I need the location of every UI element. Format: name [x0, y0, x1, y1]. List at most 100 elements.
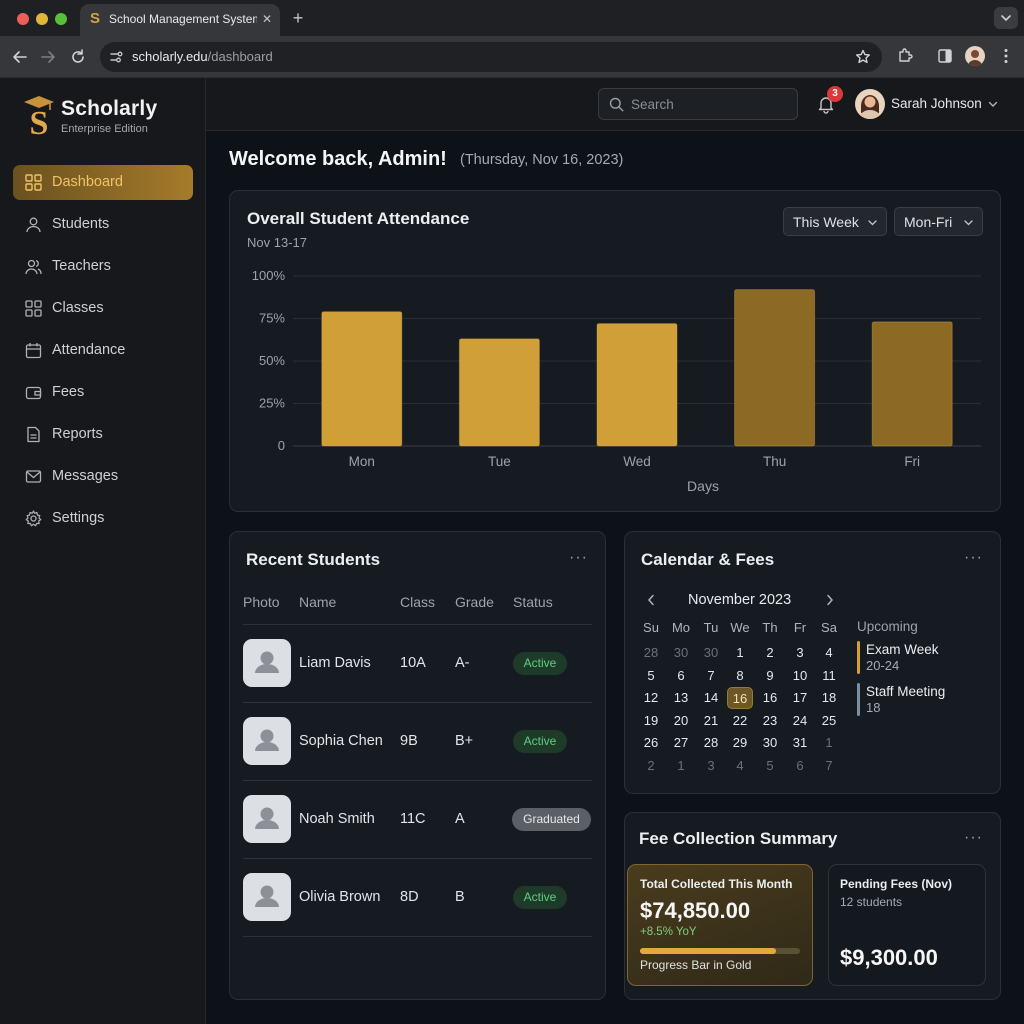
forward-icon[interactable]	[38, 47, 58, 67]
calendar-day[interactable]: 31	[787, 732, 813, 754]
bookmark-star-icon[interactable]	[854, 48, 872, 66]
calendar-day[interactable]: 28	[698, 732, 724, 754]
calendar-day[interactable]: 4	[727, 755, 753, 777]
tab-close-icon[interactable]: ✕	[260, 11, 274, 27]
calendar-day[interactable]: 26	[638, 732, 664, 754]
calendar-day[interactable]: 14	[698, 687, 724, 709]
calendar-day[interactable]: 7	[698, 665, 724, 687]
calendar-day[interactable]: 28	[638, 642, 664, 664]
search-placeholder: Search	[631, 97, 674, 112]
sidebar-item-fees[interactable]: Fees	[13, 375, 193, 410]
calendar-day[interactable]: 12	[638, 687, 664, 709]
site-info-icon[interactable]	[108, 49, 124, 65]
calendar-day[interactable]: 20	[668, 710, 694, 732]
calendar-day[interactable]: 17	[787, 687, 813, 709]
extensions-icon[interactable]	[895, 46, 915, 66]
bar-wed	[596, 323, 678, 447]
calendar-day[interactable]: 19	[638, 710, 664, 732]
calendar-day[interactable]: 3	[698, 755, 724, 777]
calendar-day[interactable]: 13	[668, 687, 694, 709]
calendar-day[interactable]: 6	[787, 755, 813, 777]
more-options-icon[interactable]: ···	[964, 829, 983, 847]
calendar-day-selected[interactable]: 16	[727, 687, 753, 710]
page-date: (Thursday, Nov 16, 2023)	[460, 152, 624, 168]
sidebar-item-students[interactable]: Students	[13, 207, 193, 242]
calendar-day[interactable]: 24	[787, 710, 813, 732]
calendar-day[interactable]: 29	[727, 732, 753, 754]
range-select[interactable]: This Week	[783, 207, 887, 236]
window-close-button[interactable]	[17, 13, 29, 25]
collection-progress-fill	[640, 948, 776, 954]
browser-menu-icon[interactable]	[996, 46, 1016, 66]
calendar-day[interactable]: 10	[787, 665, 813, 687]
calendar-day[interactable]: 23	[757, 710, 783, 732]
student-grade: A-	[455, 655, 470, 671]
file-icon	[27, 426, 40, 443]
chevron-right-icon[interactable]	[823, 592, 837, 608]
address-bar[interactable]: scholarly.edu/dashboard	[100, 42, 882, 72]
student-grade: B+	[455, 733, 474, 749]
collected-yoy: +8.5% YoY	[640, 926, 697, 938]
chevron-down-icon[interactable]	[987, 98, 999, 110]
calendar-day[interactable]: 30	[698, 642, 724, 664]
sidebar-item-attendance[interactable]: Attendance	[13, 333, 193, 368]
row-divider	[243, 780, 592, 781]
collected-amount: $74,850.00	[640, 898, 751, 923]
sidebar-item-label: Messages	[52, 468, 119, 484]
tab-title: School Management System	[109, 12, 257, 26]
tab-search-button[interactable]	[994, 7, 1018, 29]
status-badge: Active	[513, 652, 567, 675]
more-options-icon[interactable]: ···	[964, 549, 983, 567]
window-zoom-button[interactable]	[55, 13, 67, 25]
calendar-day[interactable]: 18	[816, 687, 842, 709]
sidebar-item-reports[interactable]: Reports	[13, 417, 193, 452]
sidebar-item-dashboard[interactable]: Dashboard	[13, 165, 193, 200]
back-icon[interactable]	[10, 47, 30, 67]
calendar-day[interactable]: 27	[668, 732, 694, 754]
search-input[interactable]: Search	[598, 88, 798, 120]
calendar-day[interactable]: 25	[816, 710, 842, 732]
calendar-day[interactable]: 9	[757, 665, 783, 687]
x-tick-label: Mon	[349, 454, 375, 469]
sidebar-item-messages[interactable]: Messages	[13, 459, 193, 494]
event-title[interactable]: Staff Meeting	[866, 684, 945, 699]
avatar[interactable]	[855, 89, 885, 119]
event-title[interactable]: Exam Week	[866, 642, 939, 657]
calendar-day[interactable]: 30	[668, 642, 694, 664]
new-tab-button[interactable]: +	[289, 8, 307, 28]
calendar-day[interactable]: 6	[668, 665, 694, 687]
bar-thu	[734, 289, 816, 447]
calendar-day[interactable]: 4	[816, 642, 842, 664]
pending-count: 12 students	[840, 895, 903, 909]
calendar-day[interactable]: 2	[638, 755, 664, 777]
sidebar-item-classes[interactable]: Classes	[13, 291, 193, 326]
sidebar-item-settings[interactable]: Settings	[13, 501, 193, 536]
calendar-day[interactable]: 5	[638, 665, 664, 687]
calendar-day[interactable]: 11	[816, 665, 842, 687]
calendar-day[interactable]: 1	[816, 732, 842, 754]
progress-caption: Progress Bar in Gold	[640, 958, 752, 972]
calendar-day[interactable]: 16	[757, 687, 783, 709]
more-options-icon[interactable]: ···	[569, 549, 588, 567]
calendar-day[interactable]: 1	[668, 755, 694, 777]
chevron-left-icon[interactable]	[644, 592, 658, 608]
calendar-day[interactable]: 1	[727, 642, 753, 664]
calendar-day[interactable]: 3	[787, 642, 813, 664]
calendar-day[interactable]: 30	[757, 732, 783, 754]
window-minimize-button[interactable]	[36, 13, 48, 25]
browser-profile-avatar[interactable]	[965, 46, 985, 66]
calendar-day[interactable]: 8	[727, 665, 753, 687]
y-tick-label: 0	[278, 438, 285, 453]
sidebar-item-teachers[interactable]: Teachers	[13, 249, 193, 284]
calendar-day[interactable]: 5	[757, 755, 783, 777]
user-name[interactable]: Sarah Johnson	[891, 96, 982, 111]
browser-tab[interactable]: S School Management System ✕	[80, 4, 280, 36]
days-select[interactable]: Mon-Fri	[894, 207, 983, 236]
weekday-label: Su	[643, 620, 659, 635]
reload-icon[interactable]	[68, 47, 88, 67]
calendar-day[interactable]: 21	[698, 710, 724, 732]
calendar-day[interactable]: 7	[816, 755, 842, 777]
calendar-day[interactable]: 22	[727, 710, 753, 732]
calendar-day[interactable]: 2	[757, 642, 783, 664]
side-panel-icon[interactable]	[935, 46, 955, 66]
